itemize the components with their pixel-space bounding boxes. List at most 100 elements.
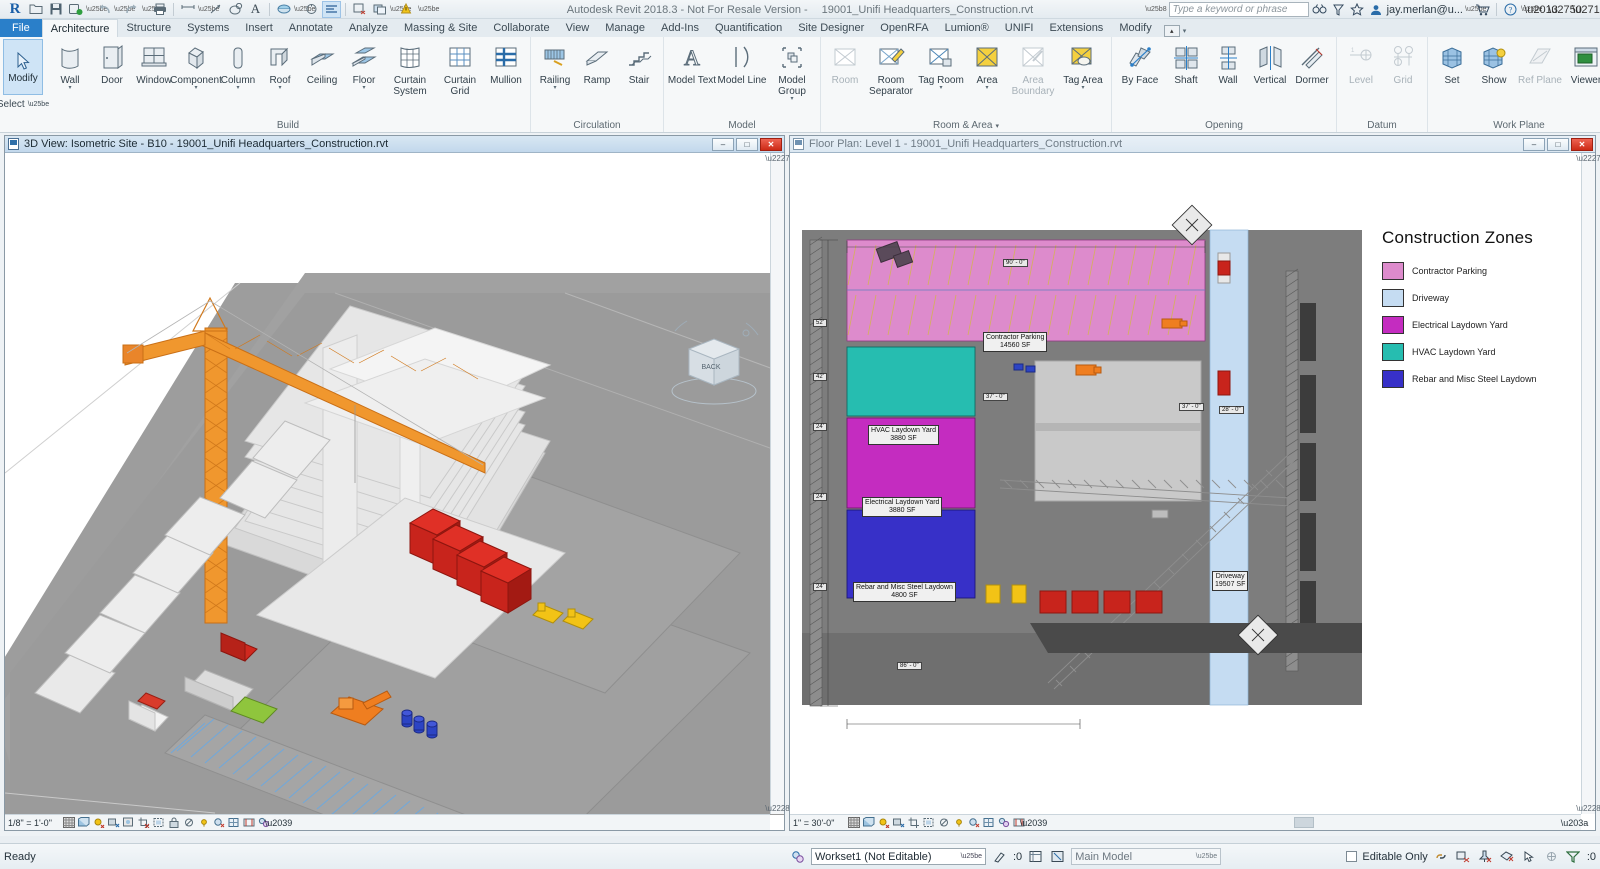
- revit-logo-icon[interactable]: R: [4, 0, 26, 18]
- chevron-down-icon[interactable]: ▾: [985, 85, 988, 91]
- ribbon-tab-site-designer[interactable]: Site Designer: [790, 19, 872, 37]
- ribbon-tab-analyze[interactable]: Analyze: [341, 19, 396, 37]
- ribbon-button-show[interactable]: Show: [1473, 39, 1515, 86]
- worksharing-display-icon-plan[interactable]: [997, 816, 1010, 829]
- editable-elements-icon[interactable]: [991, 848, 1008, 865]
- select-by-face-icon[interactable]: [1499, 848, 1516, 865]
- ribbon-button-by-face[interactable]: By Face: [1115, 39, 1165, 86]
- select-links-icon[interactable]: [1433, 848, 1450, 865]
- chevron-down-icon[interactable]: ▾: [553, 85, 556, 91]
- ribbon-button-viewer[interactable]: Viewer: [1565, 39, 1600, 86]
- default-3d-view-icon[interactable]: [274, 1, 293, 18]
- constraints-icon[interactable]: [242, 816, 255, 829]
- ribbon-button-component[interactable]: Component ▾: [170, 39, 222, 91]
- scroll-down-icon-plan[interactable]: \u2228: [1576, 804, 1600, 814]
- undo-dropdown-icon[interactable]: \u25be: [114, 6, 135, 13]
- room-tag-electrical-laydown[interactable]: Electrical Laydown Yard 3880 SF: [862, 497, 943, 517]
- view-plan-canvas[interactable]: Construction Zones Contractor Parking Dri…: [790, 153, 1595, 830]
- ribbon-button-wall[interactable]: Wall: [1207, 39, 1249, 86]
- ribbon-tab-annotate[interactable]: Annotate: [281, 19, 341, 37]
- chevron-down-icon[interactable]: ▾: [68, 85, 71, 91]
- analytical-model-icon[interactable]: [227, 816, 240, 829]
- temporary-hide-isolate-icon-plan[interactable]: [937, 816, 950, 829]
- select-dropdown[interactable]: Select \u25be: [0, 99, 49, 110]
- user-avatar-icon[interactable]: [1368, 1, 1385, 18]
- thin-lines-icon[interactable]: [322, 0, 341, 18]
- ribbon-tab-unifi[interactable]: UNIFI: [997, 19, 1042, 37]
- dimension-tag-dim-bottom[interactable]: 86' - 0": [897, 662, 922, 670]
- view-plan-minimize-button[interactable]: –: [1523, 137, 1545, 151]
- ribbon-tab-quantification[interactable]: Quantification: [707, 19, 790, 37]
- ribbon-button-ceiling[interactable]: Ceiling: [301, 39, 343, 86]
- subscription-icon[interactable]: [1330, 1, 1347, 18]
- view-3d-minimize-button[interactable]: –: [712, 137, 734, 151]
- sun-path-icon-plan[interactable]: [877, 816, 890, 829]
- ribbon-button-roof[interactable]: Roof ▾: [259, 39, 301, 91]
- design-options-icon[interactable]: [1027, 848, 1044, 865]
- qat-overflow-icon[interactable]: \u25be: [418, 6, 439, 13]
- chevron-down-icon[interactable]: ▾: [939, 85, 942, 91]
- ribbon-tab-add-ins[interactable]: Add-Ins: [653, 19, 707, 37]
- temporary-hide-isolate-icon[interactable]: [182, 816, 195, 829]
- view-plan-title-bar[interactable]: Floor Plan: Level 1 - 19001_Unifi Headqu…: [790, 136, 1595, 153]
- ribbon-button-mullion[interactable]: Mullion: [485, 39, 527, 86]
- ribbon-tab-massing-site[interactable]: Massing & Site: [396, 19, 485, 37]
- shadows-icon-plan[interactable]: [892, 816, 905, 829]
- ribbon-button-wall[interactable]: Wall ▾: [49, 39, 91, 91]
- detail-level-icon[interactable]: [62, 816, 75, 829]
- help-icon[interactable]: ?: [1502, 1, 1519, 18]
- drag-elements-icon[interactable]: [1521, 848, 1538, 865]
- visual-style-icon-plan[interactable]: [862, 816, 875, 829]
- scroll-right-icon-plan[interactable]: \u203a: [1561, 816, 1589, 829]
- design-option-selector[interactable]: Main Model \u25be: [1071, 848, 1222, 865]
- view-plan-close-button[interactable]: ✕: [1571, 137, 1593, 151]
- ribbon-button-floor[interactable]: Floor ▾: [343, 39, 385, 91]
- view-plan-scale[interactable]: 1" = 30'-0": [793, 818, 845, 828]
- ribbon-tab-view[interactable]: View: [558, 19, 598, 37]
- save-as-icon[interactable]: [66, 1, 85, 18]
- ribbon-button-window[interactable]: Window: [133, 39, 175, 86]
- 3d-view-dropdown-icon[interactable]: \u25be: [294, 6, 315, 13]
- view-3d-vertical-scrollbar[interactable]: \u2227 \u2228: [765, 153, 790, 814]
- undo-icon[interactable]: [94, 1, 113, 18]
- dimension-tag-dim-left-3[interactable]: 24': [813, 423, 827, 431]
- redo-icon[interactable]: [122, 1, 141, 18]
- view-control-expand-icon[interactable]: \u2039: [265, 816, 293, 829]
- ribbon-button-tag-room[interactable]: Tag Room ▾: [916, 39, 966, 91]
- dimension-tag-dim-gap-2[interactable]: 37' - 0": [1179, 403, 1204, 411]
- view-3d-scale[interactable]: 1/8" = 1'-0": [8, 818, 60, 828]
- window-close-button[interactable]: \u2715: [1572, 1, 1600, 18]
- view-plan-vertical-scrollbar[interactable]: \u2227 \u2228: [1576, 153, 1600, 814]
- save-as-dropdown-icon[interactable]: \u25be: [86, 6, 107, 13]
- crop-view-icon-plan[interactable]: [907, 816, 920, 829]
- plan-scrollbar-thumb[interactable]: [1294, 817, 1314, 828]
- select-underlay-icon[interactable]: [1455, 848, 1472, 865]
- show-crop-region-icon-plan[interactable]: [922, 816, 935, 829]
- temporary-view-properties-icon-plan[interactable]: [967, 816, 980, 829]
- infocenter-expand-icon[interactable]: \u25b8: [1145, 6, 1166, 13]
- room-tag-hvac-laydown[interactable]: HVAC Laydown Yard 3880 SF: [868, 425, 939, 445]
- ribbon-tab-openrfa[interactable]: OpenRFA: [872, 19, 936, 37]
- select-pinned-icon[interactable]: [1477, 848, 1494, 865]
- ribbon-tab-manage[interactable]: Manage: [597, 19, 653, 37]
- ribbon-button-column[interactable]: Column ▾: [217, 39, 259, 91]
- room-tag-driveway[interactable]: Driveway 19507 SF: [1212, 571, 1249, 591]
- temporary-view-properties-icon[interactable]: [212, 816, 225, 829]
- panel-expand-icon[interactable]: ▾: [995, 122, 999, 130]
- view-3d-canvas[interactable]: BACK: [5, 153, 784, 830]
- crop-view-icon[interactable]: [137, 816, 150, 829]
- chevron-down-icon[interactable]: ▾: [236, 85, 239, 91]
- ribbon-display-icon[interactable]: ▴: [1163, 25, 1180, 37]
- view-3d-maximize-button[interactable]: □: [736, 137, 758, 151]
- dimension-tag-dim-gap-3[interactable]: 28' - 0": [1219, 406, 1244, 414]
- visual-style-icon[interactable]: [77, 816, 90, 829]
- view-3d-title-bar[interactable]: 3D View: Isometric Site - B10 - 19001_Un…: [5, 136, 784, 153]
- ribbon-button-model-line[interactable]: Model Line: [717, 39, 767, 86]
- ribbon-button-area[interactable]: Area ▾: [966, 39, 1008, 91]
- ribbon-tab-architecture[interactable]: Architecture: [41, 19, 119, 37]
- ribbon-button-curtain-grid[interactable]: Curtain Grid: [435, 39, 485, 97]
- reveal-hidden-elements-icon[interactable]: [197, 816, 210, 829]
- room-tag-rebar-laydown[interactable]: Rebar and Misc Steel Laydown 4800 SF: [853, 582, 956, 602]
- measure-icon[interactable]: [178, 1, 197, 18]
- ribbon-button-door[interactable]: Door: [91, 39, 133, 86]
